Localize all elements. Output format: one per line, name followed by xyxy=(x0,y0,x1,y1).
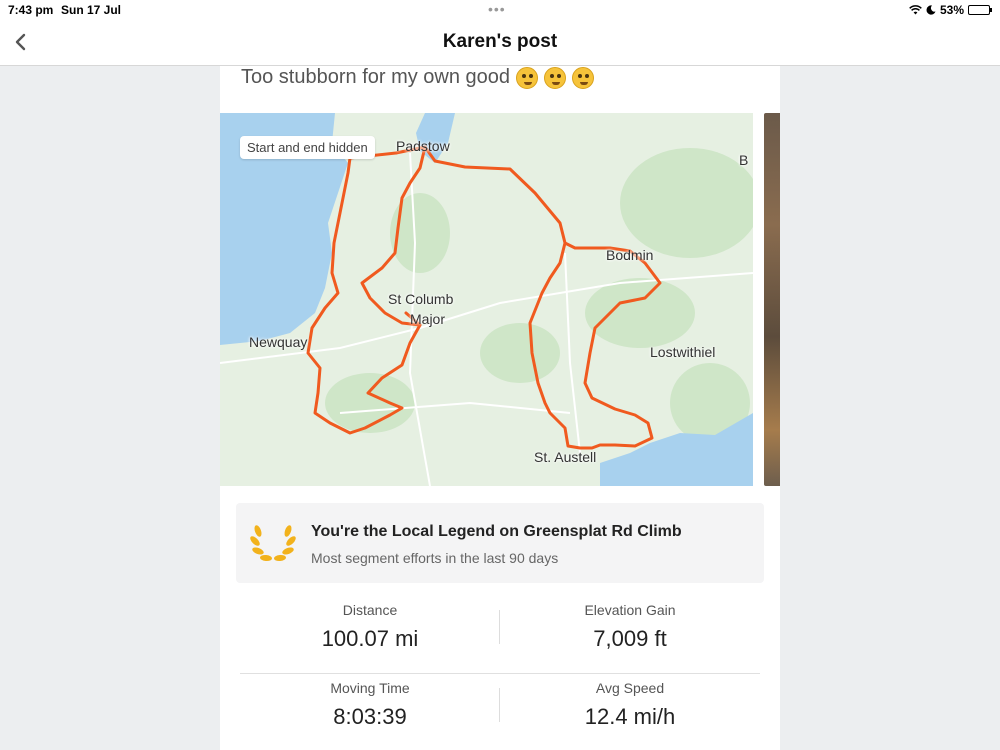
wifi-icon xyxy=(909,5,922,15)
nav-bar: Karen's post xyxy=(0,20,1000,66)
legend-title: You're the Local Legend on Greensplat Rd… xyxy=(311,523,682,540)
stat-value: 7,009 ft xyxy=(593,626,667,651)
legend-subtitle: Most segment efforts in the last 90 days xyxy=(311,550,559,566)
privacy-badge: Start and end hidden xyxy=(240,136,375,159)
stat-elevation-gain: Elevation Gain 7,009 ft xyxy=(500,602,760,652)
page-title: Karen's post xyxy=(442,31,558,52)
post-card: Too stubborn for my own good Start and e… xyxy=(220,66,780,750)
map-canvas xyxy=(220,113,753,486)
zany-face-icon xyxy=(544,66,567,89)
stat-label: Avg Speed xyxy=(595,680,665,696)
next-photo-thumbnail[interactable] xyxy=(764,113,780,486)
flushed-face-icon xyxy=(516,66,539,89)
laurel-icon xyxy=(250,525,296,562)
stat-value: 8:03:39 xyxy=(333,704,407,729)
post-caption: Too stubborn for my own good xyxy=(241,66,595,89)
battery-percent: 53% xyxy=(939,3,964,17)
route-map[interactable]: Start and end hidden Padstow Bodmin St C… xyxy=(220,113,753,486)
stat-label: Moving Time xyxy=(330,680,410,696)
map-label-lostwithiel: Lostwithiel xyxy=(650,344,716,360)
stat-label: Elevation Gain xyxy=(584,602,676,618)
status-time: 7:43 pm xyxy=(8,3,54,17)
stat-moving-time: Moving Time 8:03:39 xyxy=(240,680,500,730)
map-label-major: Major xyxy=(410,311,446,327)
status-date: Sun 17 Jul xyxy=(61,3,122,17)
stat-label: Distance xyxy=(342,602,398,618)
map-label-st-columb: St Columb xyxy=(388,291,454,307)
joy-face-icon xyxy=(572,66,595,89)
activity-stats: Distance 100.07 mi Elevation Gain 7,009 … xyxy=(240,596,760,750)
map-label-edge: B xyxy=(739,152,749,168)
moon-icon xyxy=(926,5,936,15)
stat-value: 12.4 mi/h xyxy=(584,704,676,729)
map-label-padstow: Padstow xyxy=(396,138,450,154)
map-label-bodmin: Bodmin xyxy=(606,247,654,263)
map-label-newquay: Newquay xyxy=(249,334,308,350)
multitasking-dots-icon[interactable]: ••• xyxy=(488,1,506,17)
stats-row-2: Moving Time 8:03:39 Avg Speed 12.4 mi/h xyxy=(240,674,760,750)
battery-icon xyxy=(968,5,992,15)
status-bar: 7:43 pm Sun 17 Jul ••• 53% xyxy=(0,0,1000,20)
stats-row-1: Distance 100.07 mi Elevation Gain 7,009 … xyxy=(240,596,760,674)
stat-avg-speed: Avg Speed 12.4 mi/h xyxy=(500,680,760,730)
stat-distance: Distance 100.07 mi xyxy=(240,602,500,652)
caption-text: Too stubborn for my own good xyxy=(241,66,511,88)
local-legend-banner[interactable]: You're the Local Legend on Greensplat Rd… xyxy=(236,503,764,583)
map-label-st-austell: St. Austell xyxy=(534,449,597,465)
stat-value: 100.07 mi xyxy=(321,626,419,651)
status-right: 53% xyxy=(909,3,992,17)
